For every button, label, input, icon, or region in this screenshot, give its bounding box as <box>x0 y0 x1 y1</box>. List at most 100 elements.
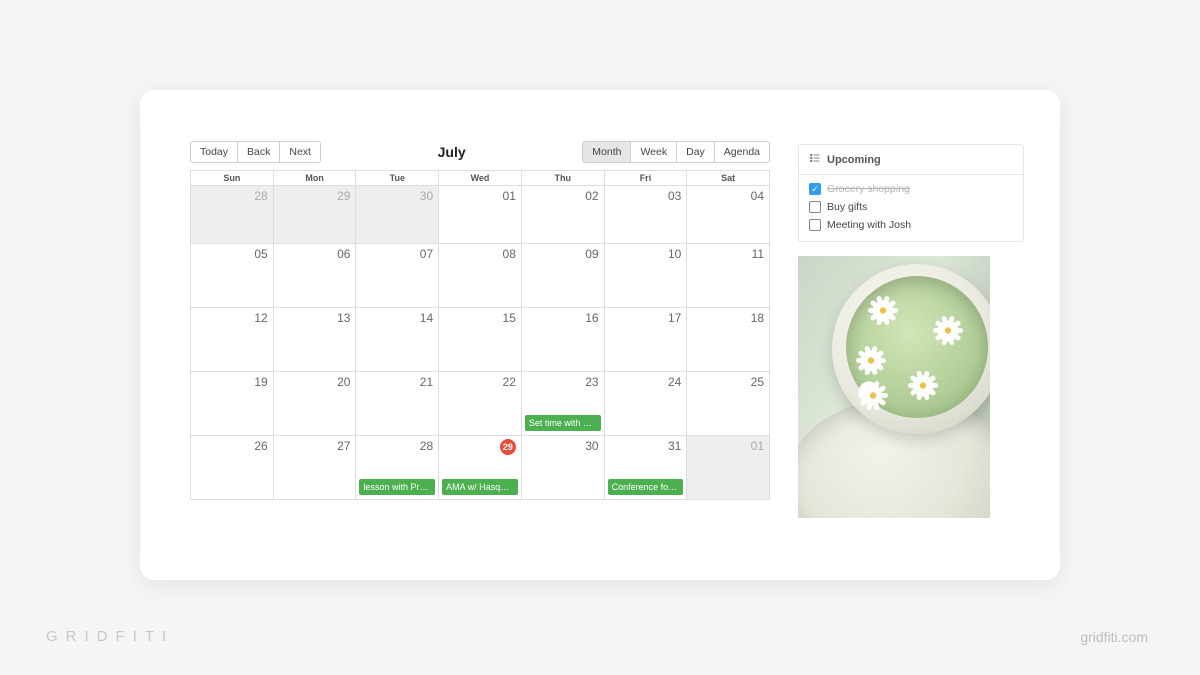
calendar-day[interactable]: 06 <box>273 243 356 307</box>
calendar-day[interactable]: 31Conference for … <box>604 435 687 499</box>
day-number: 28 <box>420 439 433 453</box>
calendar-day[interactable]: 04 <box>686 185 769 243</box>
day-number: 28 <box>254 189 267 203</box>
calendar-day[interactable]: 20 <box>273 371 356 435</box>
calendar-day[interactable]: 27 <box>273 435 356 499</box>
calendar-day[interactable]: 30 <box>521 435 604 499</box>
calendar-week: 12 13 14 15 16 17 18 <box>191 307 769 371</box>
calendar-day[interactable]: 03 <box>604 185 687 243</box>
calendar-event[interactable]: AMA w/ Hasque… <box>442 479 518 495</box>
day-number: 20 <box>337 375 350 389</box>
weekday-label: Thu <box>521 170 604 185</box>
day-number: 01 <box>503 189 516 203</box>
calendar-day[interactable]: 16 <box>521 307 604 371</box>
calendar-day[interactable]: 09 <box>521 243 604 307</box>
calendar-day[interactable]: 22 <box>438 371 521 435</box>
calendar-header: Today Back Next July Month Week Day Agen… <box>190 140 770 164</box>
calendar-event[interactable]: Set time with Li… <box>525 415 601 431</box>
view-week-button[interactable]: Week <box>631 141 677 163</box>
calendar-week: 19 20 21 22 23 Set time with Li… 24 25 <box>191 371 769 435</box>
upcoming-item[interactable]: Buy gifts <box>809 201 1013 213</box>
calendar-title: July <box>321 144 582 160</box>
calendar-day[interactable]: 26 <box>191 435 273 499</box>
list-icon <box>809 152 821 167</box>
calendar-day[interactable]: 24 <box>604 371 687 435</box>
calendar-grid: Sun Mon Tue Wed Thu Fri Sat 282930010203… <box>190 170 770 500</box>
calendar-day[interactable]: 11 <box>686 243 769 307</box>
calendar-day[interactable]: 28 <box>191 185 273 243</box>
checkbox-icon[interactable] <box>809 219 821 231</box>
calendar-day[interactable]: 21 <box>355 371 438 435</box>
calendar-column: Today Back Next July Month Week Day Agen… <box>190 140 770 548</box>
back-button[interactable]: Back <box>238 141 280 163</box>
view-day-button[interactable]: Day <box>677 141 715 163</box>
day-number: 13 <box>337 311 350 325</box>
calendar-event[interactable]: lesson with Prof… <box>359 479 435 495</box>
day-number: 08 <box>503 247 516 261</box>
calendar-day[interactable]: 05 <box>191 243 273 307</box>
checkbox-icon[interactable] <box>809 201 821 213</box>
calendar-day[interactable]: 25 <box>686 371 769 435</box>
day-number: 23 <box>585 375 598 389</box>
day-number: 22 <box>503 375 516 389</box>
calendar-day[interactable]: 01 <box>438 185 521 243</box>
upcoming-header: Upcoming <box>798 144 1024 174</box>
weekday-label: Sun <box>191 170 273 185</box>
nav-button-group: Today Back Next <box>190 141 321 163</box>
day-number: 17 <box>668 311 681 325</box>
view-agenda-button[interactable]: Agenda <box>715 141 770 163</box>
day-number: 03 <box>668 189 681 203</box>
day-number: 24 <box>668 375 681 389</box>
day-number: 14 <box>420 311 433 325</box>
checkbox-icon[interactable] <box>809 183 821 195</box>
weekday-label: Wed <box>438 170 521 185</box>
watermark-url: gridfiti.com <box>1080 629 1148 645</box>
calendar-day[interactable]: 19 <box>191 371 273 435</box>
day-number: 30 <box>585 439 598 453</box>
weekday-label: Sat <box>686 170 769 185</box>
upcoming-item-label: Buy gifts <box>827 201 867 213</box>
view-month-button[interactable]: Month <box>582 141 631 163</box>
day-number: 27 <box>337 439 350 453</box>
calendar-day[interactable]: 13 <box>273 307 356 371</box>
calendar-day[interactable]: 12 <box>191 307 273 371</box>
day-number: 21 <box>420 375 433 389</box>
calendar-day[interactable]: 15 <box>438 307 521 371</box>
calendar-day[interactable]: 14 <box>355 307 438 371</box>
day-number: 05 <box>254 247 267 261</box>
upcoming-item[interactable]: Meeting with Josh <box>809 219 1013 231</box>
sidebar-column: Upcoming Grocery shopping Buy gifts Meetin… <box>798 140 1024 548</box>
calendar-day[interactable]: 29 <box>273 185 356 243</box>
upcoming-item-label: Grocery shopping <box>827 183 910 195</box>
weekday-label: Tue <box>355 170 438 185</box>
calendar-day[interactable]: 07 <box>355 243 438 307</box>
calendar-day[interactable]: 23 Set time with Li… <box>521 371 604 435</box>
weekday-label: Fri <box>604 170 687 185</box>
day-number: 16 <box>585 311 598 325</box>
calendar-day[interactable]: 29 AMA w/ Hasque… <box>438 435 521 499</box>
day-number: 11 <box>752 247 764 261</box>
upcoming-item[interactable]: Grocery shopping <box>809 183 1013 195</box>
watermark-brand: GRIDFITI <box>46 628 174 645</box>
day-number: 12 <box>254 311 267 325</box>
upcoming-item-label: Meeting with Josh <box>827 219 911 231</box>
calendar-day[interactable]: 30 <box>355 185 438 243</box>
calendar-day[interactable]: 28 lesson with Prof… <box>355 435 438 499</box>
calendar-day[interactable]: 01 <box>686 435 769 499</box>
day-number: 26 <box>254 439 267 453</box>
calendar-event[interactable]: Conference for … <box>608 479 684 495</box>
day-number: 18 <box>751 311 764 325</box>
calendar-day[interactable]: 02 <box>521 185 604 243</box>
calendar-week: 28 29 30 01 02 03 04 <box>191 185 769 243</box>
calendar-day[interactable]: 17 <box>604 307 687 371</box>
today-badge: 29 <box>500 439 516 455</box>
calendar-day[interactable]: 18 <box>686 307 769 371</box>
day-number: 15 <box>503 311 516 325</box>
today-button[interactable]: Today <box>190 141 238 163</box>
calendar-day[interactable]: 10 <box>604 243 687 307</box>
calendar-day[interactable]: 08 <box>438 243 521 307</box>
calendar-week: 26 27 28 lesson with Prof… 29 AMA w/ Hasque… 3… <box>191 435 769 499</box>
upcoming-list: Grocery shopping Buy gifts Meeting with Jo… <box>798 174 1024 242</box>
day-number: 29 <box>337 189 350 203</box>
next-button[interactable]: Next <box>280 141 321 163</box>
